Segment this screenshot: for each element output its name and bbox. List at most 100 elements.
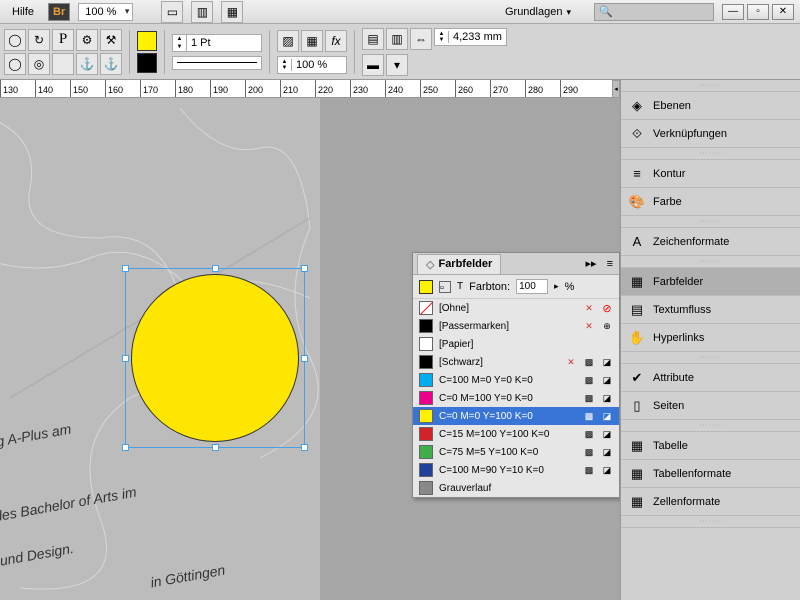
swatch-row[interactable]: C=0 M=0 Y=100 K=0▩◪	[413, 407, 619, 425]
tool-icon[interactable]: ◯	[4, 29, 26, 51]
panel-item[interactable]: ▦Tabellenformate	[621, 460, 800, 488]
panel-item[interactable]: ◈Ebenen	[621, 92, 800, 120]
tool-icon[interactable]: ◎	[28, 53, 50, 75]
selection-frame	[125, 268, 305, 448]
opacity-input[interactable]: ▲▼ 100 %	[277, 56, 347, 74]
panel-icon: ⟐	[629, 126, 645, 142]
swatch-row[interactable]: [Papier]	[413, 335, 619, 353]
stroke-weight-input[interactable]	[187, 35, 237, 51]
right-panel: ·······◈Ebenen⟐Verknüpfungen·······≡Kont…	[620, 80, 800, 600]
swatches-tab[interactable]: ◇Farbfelder	[417, 254, 501, 274]
panel-label: Seiten	[653, 400, 684, 412]
fx-icon[interactable]: ▨	[277, 30, 299, 52]
tool-icon[interactable]: ⚓	[76, 53, 98, 75]
fx-icon[interactable]: fx	[325, 30, 347, 52]
stroke-style[interactable]	[172, 56, 262, 70]
panel-icon: ✔	[629, 370, 645, 386]
panel-item[interactable]: ≡ Kontur	[621, 160, 800, 188]
swatch-row[interactable]: C=15 M=100 Y=100 K=0▩◪	[413, 425, 619, 443]
view-icon-2[interactable]: ▥	[191, 1, 213, 23]
wrap-icon[interactable]: ⇔	[410, 28, 432, 50]
swatch-name: C=100 M=0 Y=0 K=0	[439, 375, 577, 386]
panel-icon: ▦	[629, 274, 645, 290]
handle-sw[interactable]	[122, 444, 129, 451]
swatch-row[interactable]: [Passermarken]✕⊕	[413, 317, 619, 335]
swatch-row[interactable]: C=0 M=100 Y=0 K=0▩◪	[413, 389, 619, 407]
handle-n[interactable]	[212, 265, 219, 272]
panel-item[interactable]: AZeichenformate	[621, 228, 800, 256]
panel-collapse-icon[interactable]: ▸▸	[582, 257, 601, 270]
wrap-icon[interactable]: ▤	[362, 28, 384, 50]
handle-se[interactable]	[301, 444, 308, 451]
panel-collapse-tab[interactable]: ◂	[612, 80, 620, 98]
panel-icon: ≡	[629, 166, 645, 182]
wrap-icon[interactable]: ▬	[362, 54, 384, 76]
tint-input[interactable]	[516, 279, 548, 294]
tint-label: Farbton:	[469, 281, 510, 293]
window-max[interactable]: ▫	[747, 4, 769, 20]
panel-item[interactable]: ▦ Farbfelder	[621, 268, 800, 296]
handle-e[interactable]	[301, 355, 308, 362]
tool-icon[interactable]: ◯	[4, 53, 26, 75]
zoom-select[interactable]: 100 %	[78, 3, 133, 21]
swatch-row[interactable]: C=75 M=5 Y=100 K=0▩◪	[413, 443, 619, 461]
tool-icon[interactable]: ↻	[28, 29, 50, 51]
panel-label: Tabelle	[653, 440, 688, 452]
swatch-row[interactable]: [Ohne]✕⊘	[413, 299, 619, 317]
swatch-name: [Passermarken]	[439, 321, 577, 332]
swatch-name: C=0 M=100 Y=0 K=0	[439, 393, 577, 404]
menu-help[interactable]: Hilfe	[6, 3, 40, 21]
stroke-color[interactable]	[137, 53, 157, 73]
wrap-icon[interactable]: ▾	[386, 54, 408, 76]
tool-icon[interactable]: P	[52, 29, 74, 51]
panel-menu-icon[interactable]: ≡	[601, 258, 619, 270]
stroke-weight[interactable]: ▲▼	[172, 34, 262, 52]
window-close[interactable]: ✕	[772, 4, 794, 20]
swatch-name: [Schwarz]	[439, 357, 559, 368]
text-icon[interactable]: T	[457, 281, 463, 292]
handle-ne[interactable]	[301, 265, 308, 272]
panel-item[interactable]: ✔Attribute	[621, 364, 800, 392]
panel-label: Kontur	[653, 168, 685, 180]
tool-icon[interactable]: ⚓	[100, 53, 122, 75]
obj-icon[interactable]: ▫	[439, 281, 451, 293]
swatch-chip	[419, 409, 433, 423]
swatch-row[interactable]: C=100 M=0 Y=0 K=0▩◪	[413, 371, 619, 389]
handle-w[interactable]	[122, 355, 129, 362]
panel-item[interactable]: ✋Hyperlinks	[621, 324, 800, 352]
measure-input[interactable]: ▲▼ 4,233 mm	[434, 28, 507, 46]
swatch-row[interactable]: Grauverlauf	[413, 479, 619, 497]
panel-item[interactable]: ▯Seiten	[621, 392, 800, 420]
panel-item[interactable]: ▦Zellenformate	[621, 488, 800, 516]
panel-item[interactable]: ▦Tabelle	[621, 432, 800, 460]
tool-icon[interactable]	[52, 53, 74, 75]
tool-icon[interactable]: ⚒	[100, 29, 122, 51]
panel-icon: 🎨	[629, 194, 645, 210]
panel-icon: ◈	[629, 98, 645, 114]
fx-icon[interactable]: ▦	[301, 30, 323, 52]
tool-icon[interactable]: ⚙	[76, 29, 98, 51]
bridge-badge[interactable]: Br	[48, 3, 70, 21]
panel-item[interactable]: ⟐Verknüpfungen	[621, 120, 800, 148]
swatch-chip	[419, 391, 433, 405]
tint-suffix: %	[565, 281, 575, 293]
panel-label: Farbe	[653, 196, 682, 208]
view-icon-3[interactable]: ▦	[221, 1, 243, 23]
handle-s[interactable]	[212, 444, 219, 451]
search-input[interactable]: 🔍	[594, 3, 714, 21]
fill-color[interactable]	[137, 31, 157, 51]
selected-object[interactable]	[125, 268, 305, 448]
swatch-row[interactable]: [Schwarz]✕▩◪	[413, 353, 619, 371]
panel-label: Farbfelder	[653, 276, 703, 288]
swatch-chip	[419, 301, 433, 315]
handle-nw[interactable]	[122, 265, 129, 272]
panel-item[interactable]: 🎨 Farbe	[621, 188, 800, 216]
current-fill-swatch[interactable]	[419, 280, 433, 294]
view-icon-1[interactable]: ▭	[161, 1, 183, 23]
window-min[interactable]: —	[722, 4, 744, 20]
swatches-panel[interactable]: ◇Farbfelder ▸▸ ≡ ▫ T Farbton: ▸ % [Ohne]…	[412, 252, 620, 498]
panel-item[interactable]: ▤Textumfluss	[621, 296, 800, 324]
workspace-select[interactable]: Grundlagen	[498, 3, 586, 21]
wrap-icon[interactable]: ▥	[386, 28, 408, 50]
swatch-row[interactable]: C=100 M=90 Y=10 K=0▩◪	[413, 461, 619, 479]
